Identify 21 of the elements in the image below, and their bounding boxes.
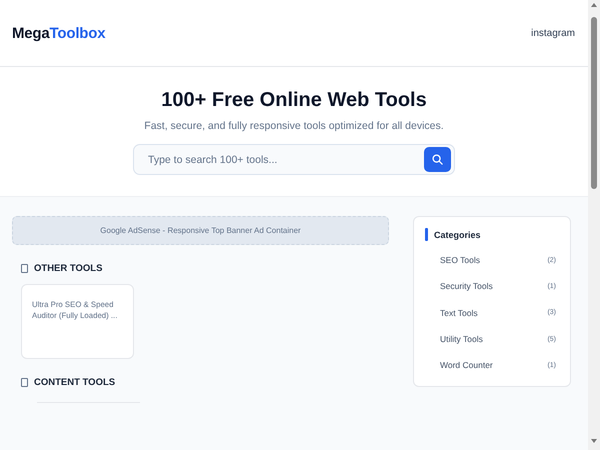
category-link[interactable]: Text Tools xyxy=(440,308,478,318)
category-link[interactable]: Word Counter xyxy=(440,360,493,370)
category-link[interactable]: Security Tools xyxy=(440,281,493,292)
section-icon xyxy=(21,264,28,273)
category-link[interactable]: Utility Tools xyxy=(440,334,483,344)
ad-banner: Google AdSense - Responsive Top Banner Ad Container xyxy=(12,216,389,245)
categories-title: Categories xyxy=(434,230,481,240)
page-subtitle: Fast, secure, and fully responsive tools optimized for all devices. xyxy=(144,120,444,132)
search-bar[interactable]: Type to search 100+ tools... xyxy=(133,144,455,175)
search-icon xyxy=(432,154,443,165)
nav-link[interactable]: instagram xyxy=(531,28,575,38)
section-heading: CONTENT TOOLS xyxy=(34,377,116,388)
search-button[interactable] xyxy=(424,147,451,172)
scrollbar[interactable] xyxy=(588,0,600,450)
section-heading: OTHER TOOLS xyxy=(34,263,102,274)
section-icon xyxy=(21,378,28,387)
category-link[interactable]: SEO Tools xyxy=(440,255,480,266)
search-field[interactable]: Type to search 100+ tools... xyxy=(146,152,424,166)
page-title: 100+ Free Online Web Tools xyxy=(161,89,427,112)
site-logo[interactable]: MegaToolbox xyxy=(12,24,106,42)
accent-bar xyxy=(425,228,428,241)
